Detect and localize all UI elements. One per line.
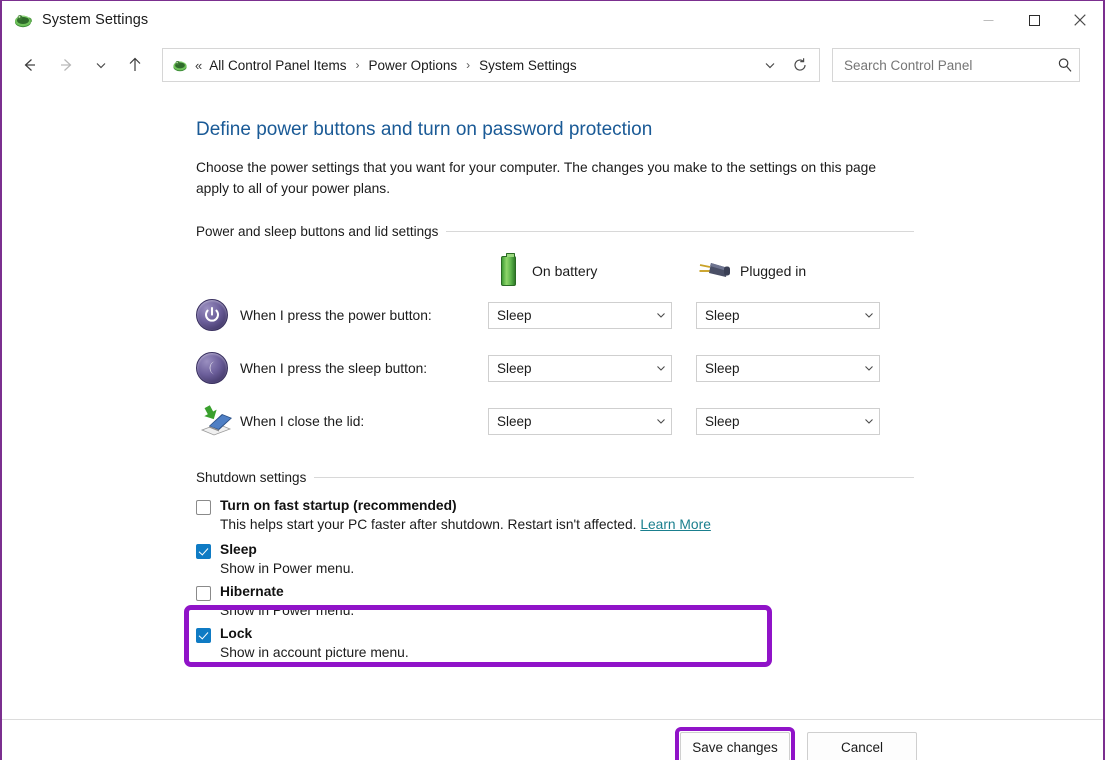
shutdown-options-list: Sleep Show in Power menu. Hibernate Show… [196, 542, 1103, 660]
up-button[interactable] [116, 46, 154, 84]
chevron-down-icon [655, 309, 667, 321]
column-on-battery: On battery [488, 256, 696, 286]
sleep-row[interactable]: Sleep [196, 542, 1103, 559]
description-fast-startup: This helps start your PC faster after sh… [220, 517, 1103, 532]
dropdown-value: Sleep [497, 361, 655, 376]
laptop-lid-icon [196, 404, 240, 438]
section-rule [314, 477, 914, 478]
back-button[interactable] [10, 46, 48, 84]
breadcrumb-separator-1: › [356, 58, 360, 72]
breadcrumb-item-all-control-panel-items[interactable]: All Control Panel Items [207, 56, 348, 75]
breadcrumb-item-power-options[interactable]: Power Options [367, 56, 460, 75]
dropdown-sleep-button-plugged-in[interactable]: Sleep [696, 355, 880, 382]
search-input[interactable] [842, 57, 1057, 74]
page-title: Define power buttons and turn on passwor… [196, 119, 1103, 141]
search-icon[interactable] [1057, 57, 1073, 73]
checkbox-sleep[interactable] [196, 544, 211, 559]
maximize-button[interactable] [1011, 1, 1057, 39]
breadcrumb-leading[interactable]: « [195, 58, 202, 73]
page-description: Choose the power settings that you want … [196, 157, 896, 200]
control-panel-icon [12, 9, 34, 31]
setting-label-close-lid: When I close the lid: [240, 414, 488, 429]
chevron-down-icon [863, 362, 875, 374]
breadcrumb-separator-2: › [466, 58, 470, 72]
minimize-button[interactable] [965, 1, 1011, 39]
option-lock: Lock Show in account picture menu. [196, 626, 1103, 660]
section-rule [446, 231, 914, 232]
column-label-plugged-in: Plugged in [740, 263, 806, 279]
fast-startup-row[interactable]: Turn on fast startup (recommended) [196, 498, 1103, 515]
setting-row-power-button: When I press the power button: Sleep Sle… [196, 289, 1103, 342]
chevron-down-icon[interactable] [755, 50, 785, 80]
chevron-down-icon [863, 309, 875, 321]
power-plug-icon [696, 258, 736, 284]
column-plugged-in: Plugged in [696, 258, 904, 284]
label-sleep: Sleep [220, 542, 257, 557]
label-lock: Lock [220, 626, 252, 641]
address-bar[interactable]: « All Control Panel Items › Power Option… [162, 48, 820, 82]
content-area: Define power buttons and turn on passwor… [2, 119, 1103, 760]
dropdown-close-lid-on-battery[interactable]: Sleep [488, 408, 672, 435]
dropdown-sleep-button-on-battery[interactable]: Sleep [488, 355, 672, 382]
label-hibernate: Hibernate [220, 584, 284, 599]
learn-more-link[interactable]: Learn More [640, 517, 711, 532]
description-sleep: Show in Power menu. [220, 561, 1103, 576]
setting-row-sleep-button: When I press the sleep button: Sleep Sle… [196, 342, 1103, 395]
dropdown-value: Sleep [705, 361, 863, 376]
setting-label-sleep-button: When I press the sleep button: [240, 361, 488, 376]
checkbox-hibernate[interactable] [196, 586, 211, 601]
section-title-power-lid: Power and sleep buttons and lid settings [196, 224, 446, 239]
section-header-shutdown: Shutdown settings [196, 470, 914, 485]
highlight-box-save-button: Save changes [675, 727, 795, 760]
checkbox-lock[interactable] [196, 628, 211, 643]
title-bar: System Settings [2, 1, 1103, 39]
chevron-down-icon [655, 362, 667, 374]
address-control-panel-icon [171, 56, 189, 74]
forward-button[interactable] [48, 46, 86, 84]
label-fast-startup: Turn on fast startup (recommended) [220, 498, 457, 513]
setting-row-close-lid: When I close the lid: Sleep Sleep [196, 395, 1103, 448]
checkbox-fast-startup[interactable] [196, 500, 211, 515]
breadcrumb-item-system-settings[interactable]: System Settings [477, 56, 579, 75]
close-button[interactable] [1057, 1, 1103, 39]
battery-icon [488, 256, 528, 286]
sleep-button-icon [196, 352, 240, 384]
cancel-button[interactable]: Cancel [807, 732, 917, 760]
dropdown-power-button-plugged-in[interactable]: Sleep [696, 302, 880, 329]
chevron-down-icon [655, 415, 667, 427]
save-changes-button[interactable]: Save changes [680, 732, 790, 760]
option-fast-startup: Turn on fast startup (recommended) This … [196, 495, 1103, 532]
column-label-on-battery: On battery [532, 263, 597, 279]
section-title-shutdown: Shutdown settings [196, 470, 314, 485]
option-sleep: Sleep Show in Power menu. [196, 542, 1103, 576]
column-headers: On battery Plugged in [488, 253, 1103, 289]
window-controls [965, 1, 1103, 39]
power-button-icon [196, 299, 240, 331]
setting-label-power-button: When I press the power button: [240, 308, 488, 323]
dropdown-value: Sleep [497, 308, 655, 323]
description-lock: Show in account picture menu. [220, 645, 1103, 660]
dropdown-value: Sleep [705, 414, 863, 429]
dropdown-close-lid-plugged-in[interactable]: Sleep [696, 408, 880, 435]
refresh-icon[interactable] [785, 50, 815, 80]
footer-bar: Save changes Cancel [2, 720, 1103, 760]
search-box[interactable] [832, 48, 1080, 82]
section-header-power-lid: Power and sleep buttons and lid settings [196, 224, 914, 239]
chevron-down-icon [863, 415, 875, 427]
dropdown-value: Sleep [497, 414, 655, 429]
dropdown-power-button-on-battery[interactable]: Sleep [488, 302, 672, 329]
dropdown-value: Sleep [705, 308, 863, 323]
description-hibernate: Show in Power menu. [220, 603, 1103, 618]
recent-locations-button[interactable] [86, 46, 116, 84]
window-title: System Settings [42, 12, 148, 28]
lock-row[interactable]: Lock [196, 626, 1103, 643]
hibernate-row[interactable]: Hibernate [196, 584, 1103, 601]
option-hibernate: Hibernate Show in Power menu. [196, 584, 1103, 618]
description-fast-startup-text: This helps start your PC faster after sh… [220, 517, 640, 532]
navigation-bar: « All Control Panel Items › Power Option… [2, 39, 1103, 91]
